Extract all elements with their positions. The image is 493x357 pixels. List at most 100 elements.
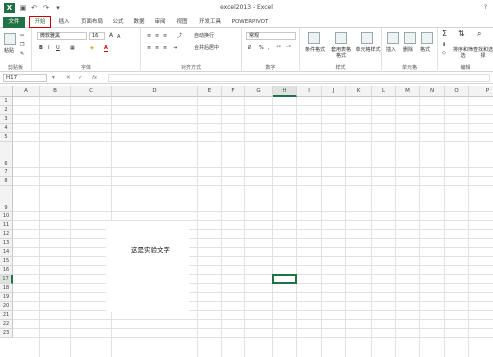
merged-cell-text[interactable]: 这是实验文字 [131,244,170,254]
currency-icon[interactable]: ₽ [248,45,251,51]
column-header-g[interactable]: G [245,86,273,97]
format-as-table-button[interactable]: 套用表格格式 [329,47,353,59]
tab-data[interactable]: 数据 [131,17,147,28]
delete-cells-icon[interactable] [404,32,416,44]
column-header-h[interactable]: H [273,86,297,97]
row-header-2[interactable]: 2 [0,106,13,115]
row-header-21[interactable]: 21 [0,311,13,320]
help-button[interactable]: ? [484,4,487,11]
row-header-10[interactable]: 10 [0,212,13,221]
selected-cell[interactable] [272,274,297,284]
column-header-b[interactable]: B [40,86,71,97]
font-size-select[interactable]: 16 [89,32,105,40]
decrease-decimal-icon[interactable]: ⁻⁰ [286,45,291,51]
align-top-icon[interactable]: ≡ [147,33,151,39]
format-as-table-icon[interactable] [335,32,347,44]
row-header-5[interactable]: 5 [0,133,13,142]
delete-cells-button[interactable]: 删除 [403,47,413,53]
column-header-f[interactable]: F [222,86,245,97]
grow-font-button[interactable]: A [109,33,113,39]
bold-button[interactable]: B [39,45,43,51]
tab-powerpivot[interactable]: POWERPIVOT [230,17,270,28]
tab-page-layout[interactable]: 页面布局 [78,17,106,28]
tab-file[interactable]: 文件 [3,17,25,28]
column-header-j[interactable]: J [322,86,346,97]
underline-button[interactable]: U [56,45,60,51]
font-name-select[interactable]: 微软雅黑 [37,32,87,40]
tab-view[interactable]: 视图 [174,17,190,28]
copy-icon[interactable]: ❐ [20,42,24,48]
tab-formulas[interactable]: 公式 [110,17,126,28]
row-header-23[interactable]: 23 [0,329,13,338]
column-header-i[interactable]: I [297,86,322,97]
align-right-icon[interactable]: ≡ [163,45,167,51]
insert-cells-button[interactable]: 插入 [386,47,396,53]
column-header-n[interactable]: N [420,86,445,97]
fill-color-icon[interactable]: ◈ [90,45,94,51]
sort-filter-button[interactable]: 排序和筛选 [453,47,473,59]
clear-icon[interactable]: ◇ [442,50,446,56]
autosum-button[interactable]: Σ [442,30,447,38]
format-painter-icon[interactable]: ✎ [20,51,24,57]
row-header-3[interactable]: 3 [0,115,13,124]
align-middle-icon[interactable]: ≡ [155,33,159,39]
row-header-4[interactable]: 4 [0,124,13,133]
tab-insert[interactable]: 插入 [55,17,73,28]
row-header-11[interactable]: 11 [0,221,13,230]
increase-decimal-icon[interactable]: ⁺⁰ [276,45,281,51]
paste-button[interactable]: 粘贴 [4,48,14,54]
conditional-format-button[interactable]: 条件格式 [302,47,328,53]
format-cells-icon[interactable] [421,32,433,44]
row-header-19[interactable]: 19 [0,293,13,302]
row-header-1[interactable]: 1 [0,97,13,106]
cancel-button[interactable]: ✕ [66,74,71,82]
cell-styles-button[interactable]: 单元格样式 [354,47,382,53]
column-header-k[interactable]: K [346,86,372,97]
font-color-button[interactable]: A [104,45,108,52]
tab-developer[interactable]: 开发工具 [196,17,224,28]
insert-function-button[interactable]: fx [92,74,97,82]
row-header-18[interactable]: 18 [0,284,13,293]
number-format-select[interactable]: 常规 [246,32,296,40]
find-select-icon[interactable]: ⌕ [477,30,481,38]
row-header-17[interactable]: 17 [0,275,13,284]
column-header-m[interactable]: M [396,86,420,97]
sort-filter-icon[interactable]: ⇅ [458,30,465,38]
wrap-text-button[interactable]: 自动换行 [194,33,214,39]
row-header-8[interactable]: 8 [0,177,13,186]
column-header-a[interactable]: A [13,86,40,97]
cell-styles-icon[interactable] [361,32,373,44]
row-header-20[interactable]: 20 [0,302,13,311]
cut-icon[interactable]: ✂ [20,33,24,39]
row-header-9[interactable]: 9 [0,186,13,212]
align-center-icon[interactable]: ≡ [155,45,159,51]
worksheet-grid[interactable]: A B C D E F G H I J K L M N O P 1 2 3 4 5 6 7 8 9 10 11 12 13 14 15 16 1… [0,86,493,357]
conditional-format-icon[interactable] [308,32,320,44]
paste-icon[interactable] [4,33,16,45]
row-header-14[interactable]: 14 [0,248,13,257]
indent-icon[interactable]: ⇥ [173,45,177,51]
name-box-dropdown-icon[interactable]: ▾ [52,74,55,82]
column-header-o[interactable]: O [445,86,469,97]
enter-button[interactable]: ✓ [78,74,83,82]
row-header-22[interactable]: 22 [0,320,13,329]
italic-button[interactable]: I [48,45,49,51]
percent-button[interactable]: % [259,45,264,51]
shrink-font-button[interactable]: A [117,34,120,40]
border-icon[interactable]: ▦ [70,45,75,51]
fill-icon[interactable]: ⬇ [442,42,446,48]
name-box[interactable]: H17 [3,74,47,82]
row-header-16[interactable]: 16 [0,266,13,275]
row-header-15[interactable]: 15 [0,257,13,266]
row-header-6[interactable]: 6 [0,142,13,168]
select-all-corner[interactable] [0,86,13,97]
merge-center-button[interactable]: 合并后居中 [194,45,219,51]
tab-home[interactable]: 开始 [29,16,51,28]
column-header-c[interactable]: C [71,86,112,97]
column-header-p[interactable]: P [469,86,493,97]
orientation-icon[interactable]: ⤴ [177,33,182,39]
row-header-13[interactable]: 13 [0,239,13,248]
column-header-e[interactable]: E [198,86,222,97]
formula-input[interactable] [108,74,490,82]
insert-cells-icon[interactable] [387,32,399,44]
